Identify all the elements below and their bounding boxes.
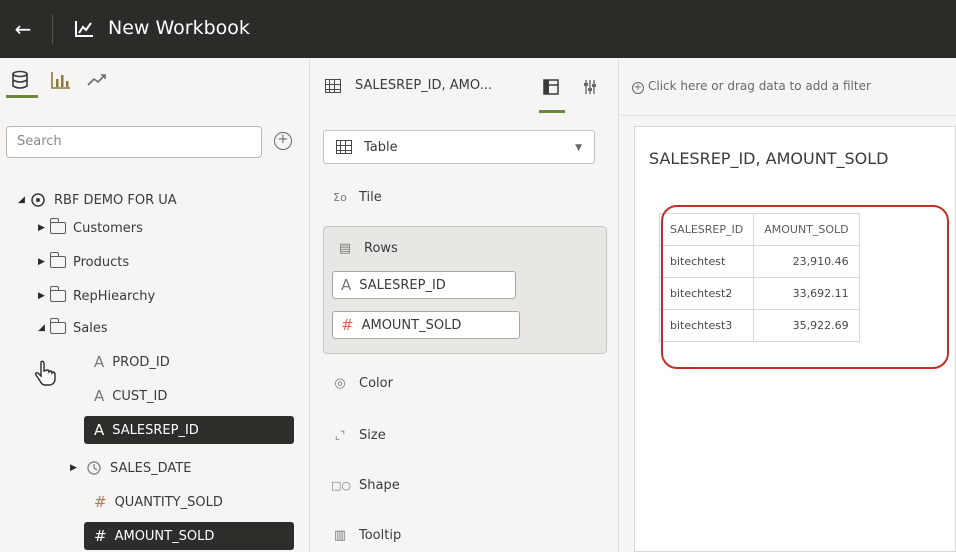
attribute-icon: A (341, 276, 352, 294)
tile-icon: Σo (333, 191, 347, 204)
filter-bar[interactable]: + Click here or drag data to add a filter (620, 58, 956, 116)
tree-column-prod-id[interactable]: A PROD_ID (94, 350, 170, 374)
column-label: QUANTITY_SOLD (114, 494, 223, 510)
column-label: AMOUNT_SOLD (114, 528, 215, 544)
active-tab-indicator (539, 110, 565, 113)
database-icon (12, 70, 28, 89)
measure-icon: # (94, 493, 107, 511)
expand-triangle-icon: ▶ (70, 463, 77, 473)
folder-label: Customers (73, 220, 143, 236)
visualization-title: SALESREP_ID, AMOUNT_SOLD (649, 149, 889, 168)
folder-icon (49, 318, 66, 334)
grammar-label: Size (359, 428, 386, 443)
expand-triangle-icon: ▶ (38, 257, 45, 267)
rows-pill-salesrep-id[interactable]: A SALESREP_ID (332, 271, 516, 299)
title-separator (52, 14, 53, 44)
attribute-icon: A (94, 387, 105, 405)
grammar-header: SALESREP_ID, AMO... (311, 58, 619, 116)
tree-root[interactable]: ◢ RBF DEMO FOR UA (18, 188, 177, 212)
tab-data[interactable] (6, 66, 38, 98)
grammar-label: Color (359, 376, 393, 391)
tree-column-salesrep-id[interactable]: A SALESREP_ID (84, 416, 294, 444)
collapse-triangle-icon: ◢ (18, 195, 25, 205)
canvas: SALESREP_ID, AMOUNT_SOLD SALESREP_ID AMO… (620, 116, 956, 552)
measure-icon: # (94, 527, 107, 545)
add-data-icon[interactable]: + (274, 132, 292, 150)
column-label: CUST_ID (112, 388, 168, 404)
data-panel-tabs (6, 66, 290, 98)
tab-visualizations[interactable] (50, 66, 74, 96)
tree-folder-customers[interactable]: ▶ Customers (38, 216, 143, 240)
visualization-type-select[interactable]: Table ▼ (323, 130, 595, 164)
grammar-label: Tooltip (359, 528, 402, 543)
folder-icon (49, 218, 66, 234)
grammar-tile[interactable]: Σo Tile (331, 190, 382, 205)
expand-triangle-icon: ▶ (38, 291, 45, 301)
rows-pill-amount-sold[interactable]: # AMOUNT_SOLD (332, 311, 520, 339)
filter-hint[interactable]: + Click here or drag data to add a filter (632, 79, 871, 94)
add-filter-icon: + (632, 82, 644, 94)
tree-folder-sales[interactable]: ◢ Sales (38, 316, 108, 340)
grammar-tab-icon[interactable] (543, 79, 559, 95)
subject-area-icon (31, 193, 45, 207)
folder-icon (49, 252, 66, 268)
tree-column-quantity-sold[interactable]: # QUANTITY_SOLD (94, 490, 223, 514)
tree-column-amount-sold[interactable]: # AMOUNT_SOLD (84, 522, 294, 550)
attribute-icon: A (94, 353, 105, 371)
search-input[interactable]: Search (6, 126, 262, 158)
tree-column-sales-date[interactable]: ▶ SALES_DATE (70, 456, 191, 480)
tab-analytics[interactable] (86, 66, 110, 96)
column-label: PROD_ID (112, 354, 170, 370)
grammar-label: Shape (359, 478, 400, 493)
workbook-title: New Workbook (108, 17, 250, 39)
grammar-size[interactable]: ⌞⌝ Size (331, 428, 386, 443)
hand-cursor-icon (35, 360, 56, 386)
tree-folder-products[interactable]: ▶ Products (38, 250, 129, 274)
grammar-panel: SALESREP_ID, AMO... Table ▼ Σo Tile ▤ Ro… (311, 58, 619, 552)
attribute-icon: A (94, 421, 105, 439)
column-label: SALESREP_ID (112, 422, 199, 438)
folder-icon (49, 286, 66, 302)
pill-label: SALESREP_ID (359, 277, 446, 293)
visualization-frame[interactable]: SALESREP_ID, AMOUNT_SOLD SALESREP_ID AMO… (634, 126, 956, 552)
folder-label: Sales (73, 320, 108, 336)
column-label: SALES_DATE (110, 460, 192, 476)
tree-folder-rephiearchy[interactable]: ▶ RepHiearchy (38, 284, 155, 308)
filter-hint-text: Click here or drag data to add a filter (648, 79, 871, 93)
chevron-down-icon: ▼ (575, 143, 582, 153)
grammar-label: Rows (364, 241, 398, 256)
back-arrow-icon[interactable]: ← (10, 16, 36, 42)
highlight-annotation (661, 205, 949, 369)
grammar-tooltip[interactable]: ▥ Tooltip (331, 528, 401, 543)
measure-icon: # (341, 316, 354, 334)
viz-type-label: Table (364, 139, 398, 155)
tree-root-label: RBF DEMO FOR UA (54, 192, 177, 208)
bar-chart-icon (51, 72, 70, 89)
grammar-shape[interactable]: □○ Shape (331, 478, 400, 493)
rows-icon: ▤ (338, 241, 352, 256)
palette-icon: ◎ (334, 376, 346, 391)
table-icon (336, 140, 352, 154)
table-icon (325, 79, 341, 93)
tree-column-cust-id[interactable]: A CUST_ID (94, 384, 167, 408)
trend-line-icon (87, 74, 106, 86)
rows-drop-zone[interactable]: ▤ Rows A SALESREP_ID # AMOUNT_SOLD (323, 226, 607, 354)
pill-label: AMOUNT_SOLD (361, 317, 462, 333)
expand-triangle-icon: ▶ (38, 223, 45, 233)
visualization-name[interactable]: SALESREP_ID, AMO... (355, 78, 492, 93)
shape-icon: □○ (331, 479, 351, 492)
collapse-triangle-icon: ◢ (38, 323, 45, 333)
clock-icon (87, 461, 101, 475)
tooltip-icon: ▥ (333, 528, 347, 543)
title-bar: ← New Workbook (0, 0, 956, 58)
data-panel: Search + ◢ RBF DEMO FOR UA ▶ Customers ▶… (0, 58, 310, 552)
grammar-rows: ▤ Rows (336, 241, 398, 256)
folder-label: Products (73, 254, 130, 270)
grammar-label: Tile (359, 190, 382, 205)
folder-label: RepHiearchy (73, 288, 156, 304)
grammar-color[interactable]: ◎ Color (331, 376, 393, 391)
properties-tab-icon[interactable] (583, 79, 597, 95)
resize-icon: ⌞⌝ (334, 429, 346, 442)
workbook-icon (75, 21, 93, 37)
